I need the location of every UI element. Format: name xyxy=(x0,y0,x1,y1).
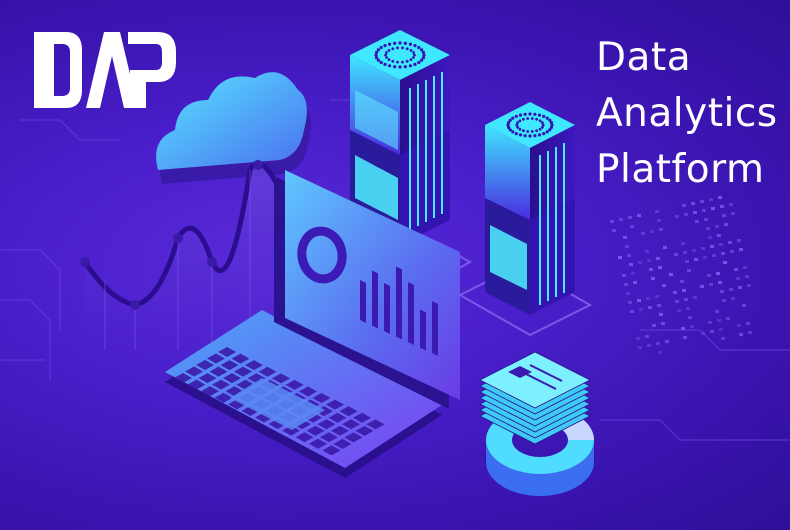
title-line-2: Analytics xyxy=(596,91,778,136)
title-line-1: Data xyxy=(596,35,692,80)
title-line-3: Platform xyxy=(596,147,765,192)
hero-banner: Data Analytics Platform xyxy=(0,0,790,530)
server-tower-right xyxy=(457,102,593,337)
cloud-icon xyxy=(156,72,311,184)
dap-logo xyxy=(34,32,176,108)
document-stack xyxy=(479,351,595,496)
title-block: Data Analytics Platform xyxy=(596,30,778,198)
